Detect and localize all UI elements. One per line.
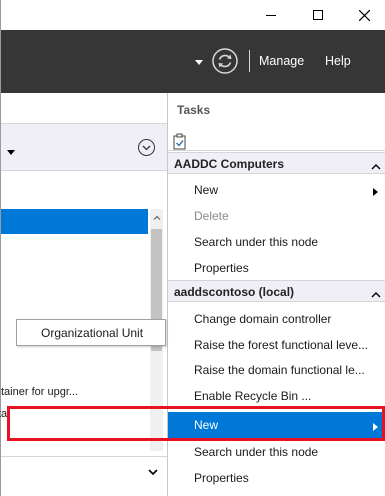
navigation-dropdown-button[interactable] [194,57,204,67]
task-label: Delete [194,209,229,223]
task-delete[interactable]: Delete [168,203,385,229]
task-group-label: AADDC Computers [174,157,285,171]
chevron-up-icon [153,215,160,220]
task-new[interactable]: New [168,177,385,203]
divider [168,150,385,151]
task-label: Properties [194,261,249,275]
task-group-aaddscontoso[interactable]: aaddscontoso (local) [168,280,385,302]
left-pane-toolbar [1,123,168,171]
collapse-group-button[interactable] [371,159,381,173]
task-new-active[interactable]: New [168,412,385,438]
task-raise-domain-level[interactable]: Raise the domain functional le... [168,357,385,383]
clipboard-icon [173,133,186,150]
selected-tree-row[interactable] [1,209,148,234]
minimize-icon [266,14,276,16]
minimize-button[interactable] [248,0,294,30]
task-search-under-node[interactable]: Search under this node [168,439,385,465]
header-separator [249,50,250,72]
task-label: Search under this node [194,235,319,249]
close-button[interactable] [341,0,385,30]
tasks-pane: Tasks AADDC Computers New Delete Search … [167,93,385,496]
collapse-group-button[interactable] [371,287,381,301]
submenu-arrow-icon [373,420,378,434]
expand-collapse-button[interactable] [138,139,155,156]
scroll-up-button[interactable] [150,212,163,222]
maximize-icon [313,10,323,20]
task-label: Change domain controller [194,312,332,326]
chevron-up-icon [371,164,381,170]
chevron-down-icon [7,150,15,155]
task-label: Properties [194,471,249,485]
list-item[interactable]: tainer for upgr... [1,386,78,398]
task-group-aaddc-computers[interactable]: AADDC Computers [168,152,385,174]
task-enable-recycle-bin[interactable]: Enable Recycle Bin ... [168,383,385,409]
task-label: Raise the forest functional leve... [194,338,369,352]
left-pane: tainer for upgr... ta [0,93,168,496]
refresh-icon [212,48,238,74]
chevron-down-icon [195,59,203,65]
chevron-down-icon [148,469,158,476]
context-menu-organizational-unit[interactable]: Organizational Unit [16,319,166,346]
maximize-button[interactable] [295,0,341,30]
task-properties[interactable]: Properties [168,255,385,281]
chevron-down-icon [142,145,151,150]
help-menu[interactable]: Help [325,54,351,68]
task-properties[interactable]: Properties [168,465,385,491]
left-dropdown-button[interactable] [7,144,15,158]
task-toolbar-button[interactable] [172,133,188,151]
task-raise-forest-level[interactable]: Raise the forest functional leve... [168,332,385,358]
close-icon [358,9,370,21]
task-label: Search under this node [194,445,319,459]
submenu-arrow-icon [373,185,378,199]
context-menu-label: Organizational Unit [41,325,144,340]
task-change-domain-controller[interactable]: Change domain controller [168,306,385,332]
window-title-bar [0,0,385,30]
task-group-label: aaddscontoso (local) [174,285,295,299]
task-label: New [194,183,219,197]
task-label: Raise the domain functional le... [194,363,365,377]
divider [1,456,168,457]
task-search-under-node[interactable]: Search under this node [168,229,385,255]
task-label: New [194,418,219,432]
refresh-button[interactable] [211,47,239,75]
tasks-title: Tasks [177,103,211,117]
list-item[interactable]: ta [0,408,7,420]
manage-menu[interactable]: Manage [259,54,304,68]
collapse-button[interactable] [148,465,158,479]
server-manager-header: Manage Help [0,30,385,93]
task-label: Enable Recycle Bin ... [194,389,312,403]
chevron-up-icon [371,292,381,298]
